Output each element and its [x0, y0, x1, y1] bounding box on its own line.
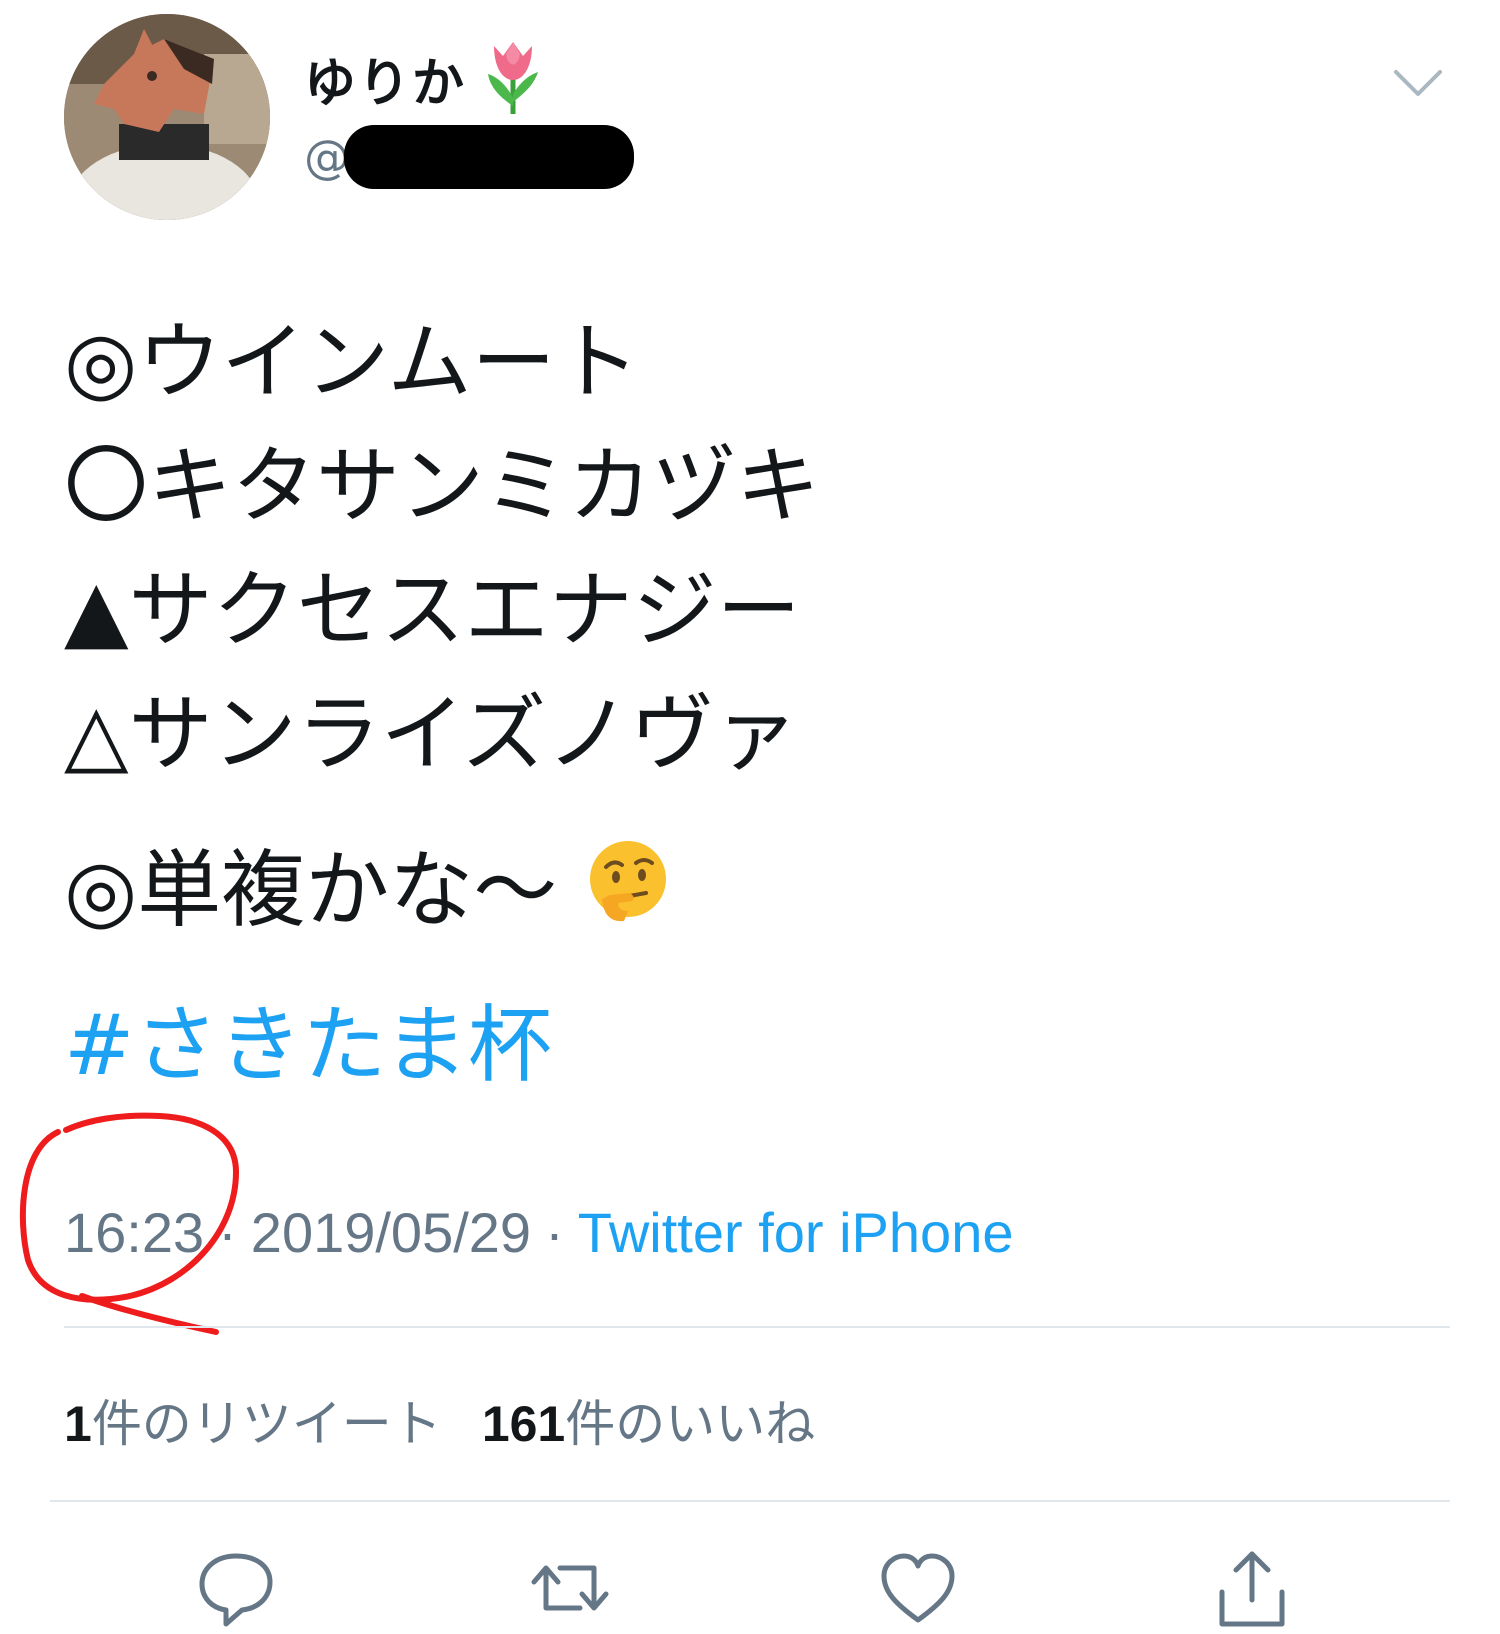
share-icon[interactable]: [1212, 1548, 1292, 1628]
divider: [64, 1326, 1450, 1328]
hashtag-link[interactable]: #さきたま杯: [64, 990, 552, 1100]
meta-separator: ·: [218, 1200, 237, 1264]
like-count: 161: [481, 1396, 566, 1452]
tweet-line: △サンライズノヴァ: [64, 685, 799, 783]
thinking-face-icon: [584, 834, 672, 958]
like-stat[interactable]: 161 件のいいね: [482, 1384, 815, 1456]
reply-icon[interactable]: [196, 1548, 276, 1628]
like-icon[interactable]: [878, 1548, 958, 1628]
avatar[interactable]: [64, 14, 270, 220]
user-handle[interactable]: @: [304, 122, 634, 192]
tweet-stats: 1 件のリツイート 161 件のいいね: [64, 1380, 815, 1460]
action-bar: [0, 1548, 1500, 1634]
meta-separator: ·: [545, 1200, 564, 1264]
tweet-source-link[interactable]: Twitter for iPhone: [578, 1200, 1014, 1265]
user-name-row[interactable]: ゆりか: [304, 38, 548, 118]
display-name[interactable]: ゆりか: [304, 41, 466, 116]
tweet-line: 〇キタサンミカヅキ: [64, 437, 821, 535]
tweet-line: ◎ウインムート: [64, 313, 640, 411]
tweet-line: ▲サクセスエナジー: [64, 561, 801, 659]
tweet-time[interactable]: 16:23: [64, 1200, 204, 1265]
tweet-date[interactable]: 2019/05/29: [251, 1200, 531, 1265]
tulip-icon: [478, 36, 548, 120]
tweet-closing-line: ◎単複かな〜: [64, 828, 1404, 952]
retweet-count: 1: [64, 1396, 92, 1452]
divider: [50, 1500, 1450, 1502]
tweet-text: ◎ウインムート 〇キタサンミカヅキ ▲サクセスエナジー △サンライズノヴァ ◎単…: [64, 300, 1404, 952]
chevron-down-icon[interactable]: [1388, 58, 1448, 108]
retweet-stat[interactable]: 1 件のリツイート: [64, 1384, 442, 1456]
tweet-meta: 16:23 · 2019/05/29 · Twitter for iPhone: [64, 1194, 1013, 1270]
like-label: 件のいいね: [565, 1395, 816, 1453]
retweet-label: 件のリツイート: [91, 1395, 442, 1453]
handle-redaction: [344, 125, 634, 189]
closing-text: ◎単複かな〜: [64, 841, 558, 939]
retweet-icon[interactable]: [530, 1548, 610, 1628]
